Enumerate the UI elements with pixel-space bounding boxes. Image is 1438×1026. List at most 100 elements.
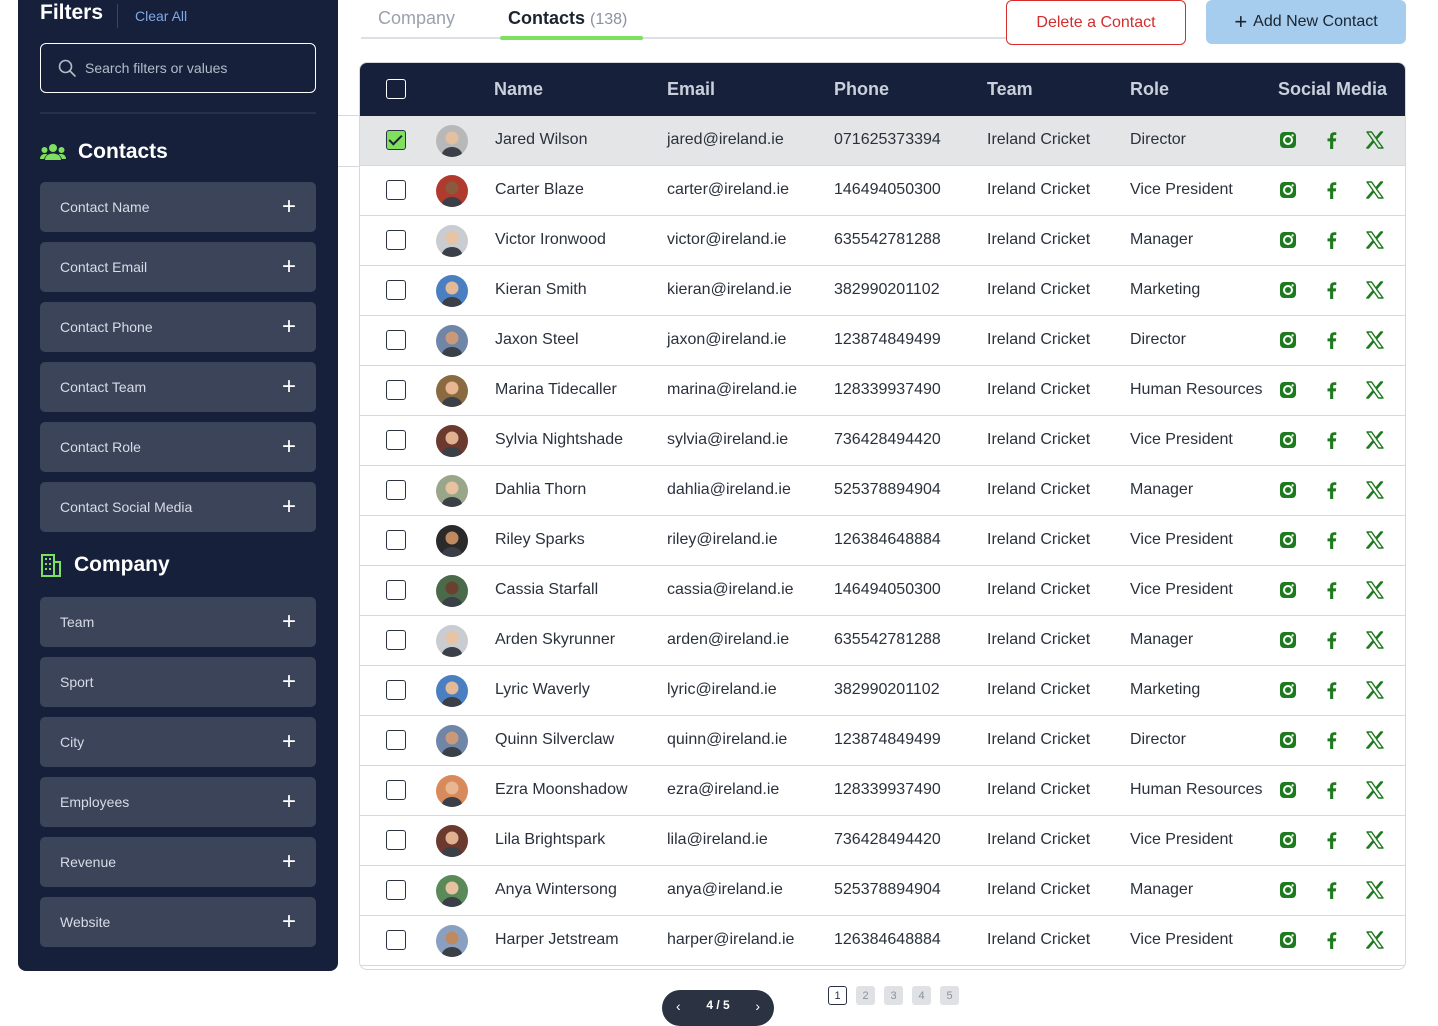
header-name[interactable]: Name (494, 79, 543, 100)
delete-contact-button[interactable]: Delete a Contact (1006, 0, 1186, 45)
select-all-checkbox[interactable] (386, 79, 406, 99)
filter-website[interactable]: Website + (40, 897, 316, 947)
x-twitter-icon[interactable] (1365, 530, 1385, 550)
contact-email[interactable]: anya@ireland.ie (667, 881, 783, 899)
filter-contact-role[interactable]: Contact Role + (40, 422, 316, 472)
row-checkbox[interactable] (386, 880, 406, 900)
table-row[interactable]: Marina Tidecaller marina@ireland.ie 128339… (360, 366, 1405, 416)
contact-name[interactable]: Lyric Waverly (495, 681, 590, 699)
page-number-4[interactable]: 4 (912, 986, 931, 1005)
row-checkbox[interactable] (386, 130, 406, 150)
filter-sport[interactable]: Sport + (40, 657, 316, 707)
contact-name[interactable]: Cassia Starfall (495, 581, 598, 599)
contact-email[interactable]: arden@ireland.ie (667, 631, 789, 649)
contact-name[interactable]: Anya Wintersong (495, 881, 617, 899)
contact-email[interactable]: riley@ireland.ie (667, 531, 778, 549)
page-number-1[interactable]: 1 (828, 986, 847, 1005)
row-checkbox[interactable] (386, 530, 406, 550)
contact-name[interactable]: Marina Tidecaller (495, 381, 617, 399)
filter-contact-team[interactable]: Contact Team + (40, 362, 316, 412)
contact-email[interactable]: dahlia@ireland.ie (667, 481, 791, 499)
x-twitter-icon[interactable] (1365, 580, 1385, 600)
instagram-icon[interactable] (1278, 380, 1298, 400)
facebook-icon[interactable] (1322, 580, 1342, 600)
row-checkbox[interactable] (386, 630, 406, 650)
header-team[interactable]: Team (987, 79, 1033, 100)
filter-revenue[interactable]: Revenue + (40, 837, 316, 887)
contact-email[interactable]: lyric@ireland.ie (667, 681, 777, 699)
contact-name[interactable]: Carter Blaze (495, 181, 584, 199)
row-checkbox[interactable] (386, 930, 406, 950)
table-row[interactable]: Sylvia Nightshade sylvia@ireland.ie 736428… (360, 416, 1405, 466)
facebook-icon[interactable] (1322, 330, 1342, 350)
row-checkbox[interactable] (386, 430, 406, 450)
contact-name[interactable]: Kieran Smith (495, 281, 587, 299)
next-page-icon[interactable]: › (755, 998, 760, 1014)
facebook-icon[interactable] (1322, 530, 1342, 550)
filter-contact-email[interactable]: Contact Email + (40, 242, 316, 292)
add-contact-button[interactable]: + Add New Contact (1206, 0, 1406, 44)
x-twitter-icon[interactable] (1365, 130, 1385, 150)
x-twitter-icon[interactable] (1365, 430, 1385, 450)
table-row[interactable]: Jaxon Steel jaxon@ireland.ie 123874849499 I… (360, 316, 1405, 366)
x-twitter-icon[interactable] (1365, 880, 1385, 900)
table-row[interactable]: Lila Brightspark lila@ireland.ie 736428494… (360, 816, 1405, 866)
instagram-icon[interactable] (1278, 680, 1298, 700)
facebook-icon[interactable] (1322, 680, 1342, 700)
facebook-icon[interactable] (1322, 230, 1342, 250)
instagram-icon[interactable] (1278, 830, 1298, 850)
table-row[interactable]: Cassia Starfall cassia@ireland.ie 14649405… (360, 566, 1405, 616)
contact-email[interactable]: carter@ireland.ie (667, 181, 789, 199)
header-email[interactable]: Email (667, 79, 715, 100)
x-twitter-icon[interactable] (1365, 630, 1385, 650)
contact-email[interactable]: sylvia@ireland.ie (667, 431, 788, 449)
instagram-icon[interactable] (1278, 280, 1298, 300)
table-row[interactable]: Riley Sparks riley@ireland.ie 126384648884… (360, 516, 1405, 566)
contact-email[interactable]: victor@ireland.ie (667, 231, 786, 249)
contact-name[interactable]: Victor Ironwood (495, 231, 606, 249)
page-number-5[interactable]: 5 (940, 986, 959, 1005)
table-row[interactable]: Dahlia Thorn dahlia@ireland.ie 52537889490… (360, 466, 1405, 516)
contact-name[interactable]: Jaxon Steel (495, 331, 579, 349)
header-phone[interactable]: Phone (834, 79, 889, 100)
instagram-icon[interactable] (1278, 480, 1298, 500)
facebook-icon[interactable] (1322, 730, 1342, 750)
contact-email[interactable]: jaxon@ireland.ie (667, 331, 786, 349)
table-row[interactable]: Arden Skyrunner arden@ireland.ie 635542781… (360, 616, 1405, 666)
contact-email[interactable]: kieran@ireland.ie (667, 281, 792, 299)
row-checkbox[interactable] (386, 680, 406, 700)
row-checkbox[interactable] (386, 780, 406, 800)
contact-name[interactable]: Arden Skyrunner (495, 631, 615, 649)
x-twitter-icon[interactable] (1365, 330, 1385, 350)
x-twitter-icon[interactable] (1365, 380, 1385, 400)
row-checkbox[interactable] (386, 280, 406, 300)
row-checkbox[interactable] (386, 380, 406, 400)
facebook-icon[interactable] (1322, 480, 1342, 500)
facebook-icon[interactable] (1322, 180, 1342, 200)
x-twitter-icon[interactable] (1365, 280, 1385, 300)
contact-name[interactable]: Sylvia Nightshade (495, 431, 623, 449)
contact-name[interactable]: Lila Brightspark (495, 831, 605, 849)
instagram-icon[interactable] (1278, 230, 1298, 250)
contact-name[interactable]: Ezra Moonshadow (495, 781, 628, 799)
filter-search-box[interactable] (40, 43, 316, 93)
tab-company[interactable]: Company (378, 8, 455, 29)
facebook-icon[interactable] (1322, 830, 1342, 850)
contact-email[interactable]: lila@ireland.ie (667, 831, 768, 849)
instagram-icon[interactable] (1278, 730, 1298, 750)
x-twitter-icon[interactable] (1365, 930, 1385, 950)
tab-contacts[interactable]: Contacts (138) (508, 8, 627, 29)
instagram-icon[interactable] (1278, 630, 1298, 650)
table-row[interactable]: Lyric Waverly lyric@ireland.ie 38299020110… (360, 666, 1405, 716)
filter-search-input[interactable] (85, 60, 305, 76)
table-row[interactable]: Ezra Moonshadow ezra@ireland.ie 1283399374… (360, 766, 1405, 816)
instagram-icon[interactable] (1278, 330, 1298, 350)
instagram-icon[interactable] (1278, 130, 1298, 150)
facebook-icon[interactable] (1322, 780, 1342, 800)
x-twitter-icon[interactable] (1365, 480, 1385, 500)
table-row[interactable]: Anya Wintersong anya@ireland.ie 5253788949… (360, 866, 1405, 916)
row-checkbox[interactable] (386, 830, 406, 850)
table-row[interactable]: Victor Ironwood victor@ireland.ie 63554278… (360, 216, 1405, 266)
table-row[interactable]: Harper Jetstream harper@ireland.ie 1263846… (360, 916, 1405, 966)
contact-email[interactable]: harper@ireland.ie (667, 931, 794, 949)
